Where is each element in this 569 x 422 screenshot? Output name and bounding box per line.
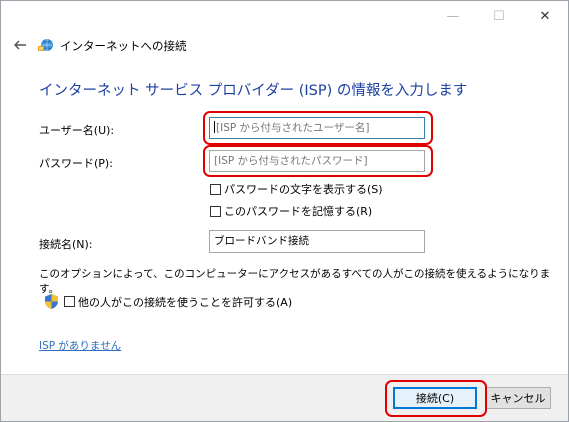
password-label: パスワード(P):	[39, 157, 113, 170]
show-password-checkbox-row[interactable]: パスワードの文字を表示する(S)	[210, 181, 383, 197]
uac-shield-icon	[45, 294, 58, 309]
maximize-button[interactable]: ☐	[476, 1, 522, 31]
password-input[interactable]: [ISP から付与されたパスワード]	[209, 150, 425, 172]
remember-password-label: このパスワードを記憶する(R)	[224, 205, 373, 218]
allow-others-checkbox-row[interactable]: 他の人がこの接続を使うことを許可する(A)	[44, 293, 292, 310]
no-isp-link[interactable]: ISP がありません	[39, 338, 121, 353]
window-title: インターネットへの接続	[60, 39, 187, 53]
show-password-label: パスワードの文字を表示する(S)	[224, 183, 383, 196]
show-password-checkbox[interactable]	[210, 183, 221, 195]
minimize-button[interactable]: —	[430, 1, 476, 31]
connection-name-label: 接続名(N):	[39, 238, 93, 251]
connect-button[interactable]: 接続(C)	[393, 387, 477, 409]
connection-name-value: ブロードバンド接続	[214, 235, 310, 247]
dialog-footer: 接続(C) キャンセル	[1, 374, 568, 421]
username-input[interactable]: [ISP から付与されたユーザー名]	[209, 117, 425, 139]
username-placeholder: [ISP から付与されたユーザー名]	[216, 122, 370, 134]
cancel-button[interactable]: キャンセル	[485, 387, 551, 409]
window-controls: — ☐ ✕	[430, 1, 568, 31]
password-placeholder: [ISP から付与されたパスワード]	[214, 155, 368, 167]
connect-to-internet-dialog: — ☐ ✕ インターネットへの接続 インターネット サービス プロバイダー (I…	[0, 0, 569, 422]
remember-password-checkbox-row[interactable]: このパスワードを記憶する(R)	[210, 203, 372, 219]
page-heading: インターネット サービス プロバイダー (ISP) の情報を入力します	[39, 83, 468, 99]
allow-others-checkbox[interactable]	[64, 296, 75, 307]
text-caret	[214, 121, 215, 133]
close-button[interactable]: ✕	[522, 1, 568, 31]
username-label: ユーザー名(U):	[39, 124, 115, 137]
network-globe-icon	[38, 39, 53, 51]
allow-others-label: 他の人がこの接続を使うことを許可する(A)	[78, 295, 293, 309]
sharing-note: このオプションによって、このコンピューターにアクセスがあるすべての人がこの接続を…	[39, 268, 551, 295]
back-arrow-icon[interactable]	[11, 36, 29, 54]
connection-name-input[interactable]: ブロードバンド接続	[209, 230, 425, 253]
remember-password-checkbox[interactable]	[210, 205, 221, 217]
